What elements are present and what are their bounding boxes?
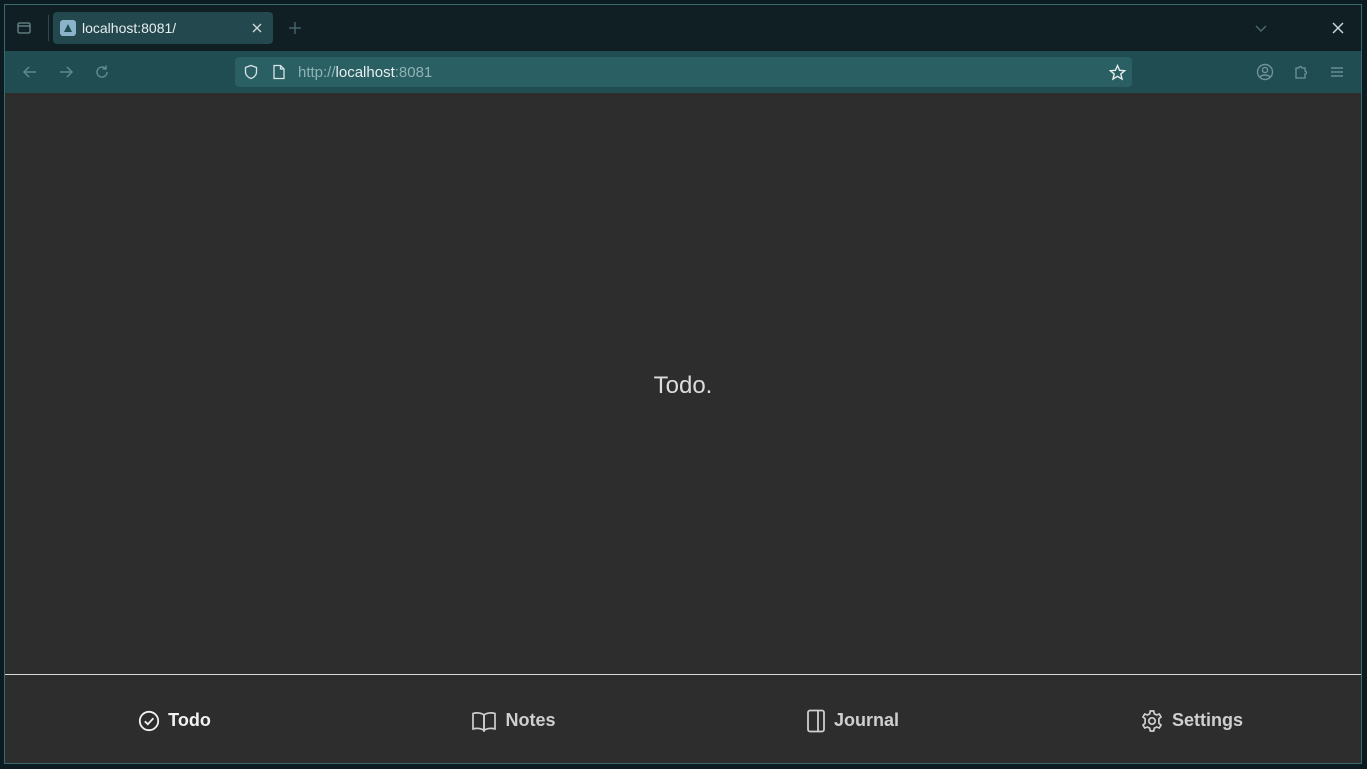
- nav-item-journal[interactable]: Journal: [683, 675, 1022, 763]
- notebook-icon: [807, 709, 825, 732]
- nav-item-label: Todo: [168, 710, 211, 730]
- reload-button[interactable]: [92, 62, 112, 82]
- tab-localhost[interactable]: localhost:8081/: [53, 12, 273, 44]
- tab-strip: localhost:8081/: [5, 5, 1361, 51]
- bookmark-star-icon[interactable]: [1108, 63, 1126, 81]
- extensions-button[interactable]: [1291, 62, 1311, 82]
- nav-item-label: Journal: [833, 710, 899, 730]
- page-placeholder-text: Todo.: [653, 371, 713, 399]
- plus-icon: [289, 22, 301, 34]
- check-circle-icon: [139, 710, 160, 731]
- hamburger-menu-icon: [1331, 67, 1343, 77]
- arrow-left-icon: [22, 66, 36, 78]
- window-close-button[interactable]: [1327, 17, 1349, 39]
- bottom-navigation: Todo Notes Journal Settings: [5, 674, 1361, 763]
- tab-title: localhost:8081/: [82, 20, 177, 36]
- browser-window: localhost:8081/ http://localhost:8081 To…: [4, 4, 1362, 764]
- nav-item-label: Notes: [505, 710, 556, 730]
- navigation-toolbar: http://localhost:8081: [5, 51, 1361, 93]
- reload-icon: [96, 65, 108, 78]
- shield-icon[interactable]: [242, 63, 260, 81]
- puzzle-piece-icon: [1295, 65, 1308, 79]
- app-menu-button[interactable]: [1327, 62, 1347, 82]
- page-info-icon[interactable]: [270, 63, 288, 81]
- nav-item-settings[interactable]: Settings: [1022, 675, 1361, 763]
- url-text[interactable]: http://localhost:8081: [298, 64, 1108, 81]
- account-icon: [1256, 63, 1274, 81]
- url-bar[interactable]: http://localhost:8081: [235, 57, 1132, 87]
- forward-button[interactable]: [56, 62, 76, 82]
- close-icon: [252, 23, 262, 33]
- gear-icon: [1141, 709, 1163, 732]
- tab-list-button[interactable]: [13, 17, 35, 39]
- tab-list-icon: [17, 22, 31, 34]
- url-scheme: http://: [298, 63, 336, 81]
- list-all-tabs-button[interactable]: [1251, 18, 1271, 38]
- book-open-icon: [472, 711, 497, 732]
- chevron-down-icon: [1255, 25, 1267, 32]
- arrow-right-icon: [60, 66, 74, 78]
- tab-close-button[interactable]: [247, 18, 267, 38]
- close-icon: [1332, 22, 1344, 34]
- account-button[interactable]: [1255, 62, 1275, 82]
- url-host: localhost: [335, 63, 395, 81]
- page-content: Todo.: [5, 93, 1361, 674]
- url-port: :8081: [394, 63, 433, 81]
- nav-item-notes[interactable]: Notes: [344, 675, 683, 763]
- nav-item-todo[interactable]: Todo: [5, 675, 344, 763]
- nav-item-label: Settings: [1171, 710, 1243, 730]
- tab-divider: [48, 15, 49, 41]
- new-tab-button[interactable]: [285, 18, 305, 38]
- back-button[interactable]: [20, 62, 40, 82]
- site-favicon-icon: [60, 20, 76, 36]
